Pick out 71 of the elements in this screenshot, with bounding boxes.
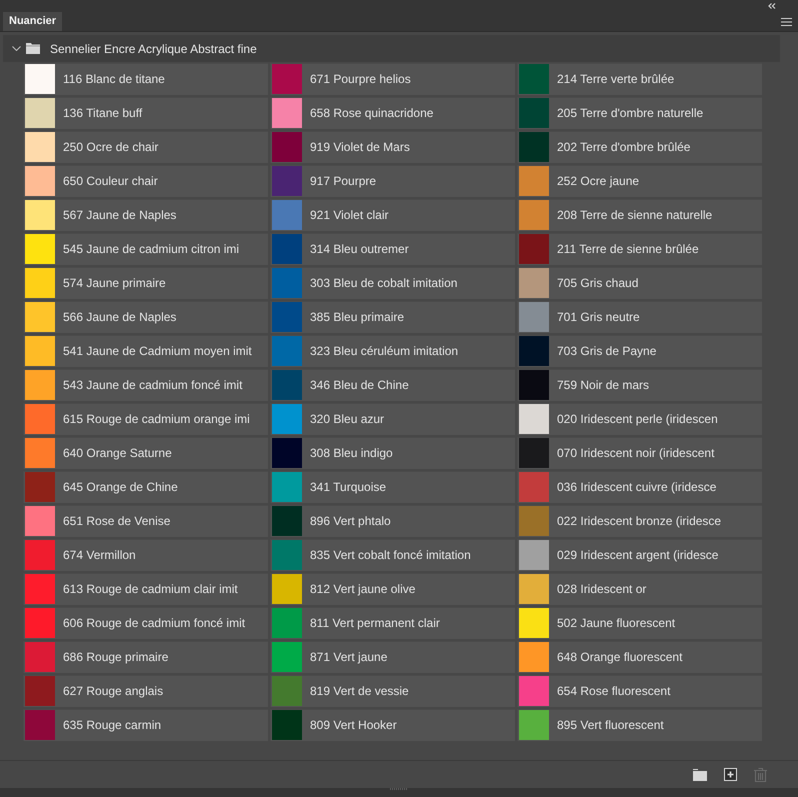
swatch-item[interactable]: 895 Vert fluorescent	[517, 709, 762, 741]
swatch-item[interactable]: 036 Iridescent cuivre (iridesce	[517, 471, 762, 503]
swatch-item[interactable]: 574 Jaune primaire	[23, 267, 268, 299]
collapse-button[interactable]	[768, 3, 776, 9]
swatch-item[interactable]: 671 Pourpre helios	[270, 63, 515, 95]
swatch-item[interactable]: 635 Rouge carmin	[23, 709, 268, 741]
swatch-item[interactable]: 759 Noir de mars	[517, 369, 762, 401]
swatch-item[interactable]: 613 Rouge de cadmium clair imit	[23, 573, 268, 605]
swatch-item[interactable]: 686 Rouge primaire	[23, 641, 268, 673]
swatch-item[interactable]: 252 Ocre jaune	[517, 165, 762, 197]
swatch-item[interactable]: 567 Jaune de Naples	[23, 199, 268, 231]
swatch-item[interactable]: 811 Vert permanent clair	[270, 607, 515, 639]
swatch-item[interactable]: 615 Rouge de cadmium orange imi	[23, 403, 268, 435]
swatch-item[interactable]: 028 Iridescent or	[517, 573, 762, 605]
swatch-item[interactable]: 566 Jaune de Naples	[23, 301, 268, 333]
folder-icon	[26, 43, 40, 54]
swatch-item[interactable]: 116 Blanc de titane	[23, 63, 268, 95]
swatch-item[interactable]: 214 Terre verte brûlée	[517, 63, 762, 95]
swatch-item[interactable]: 346 Bleu de Chine	[270, 369, 515, 401]
swatch-item[interactable]: 320 Bleu azur	[270, 403, 515, 435]
swatch-item[interactable]: 211 Terre de sienne brûlée	[517, 233, 762, 265]
swatch-item[interactable]: 654 Rose fluorescent	[517, 675, 762, 707]
swatch-item[interactable]: 303 Bleu de cobalt imitation	[270, 267, 515, 299]
swatch-item[interactable]: 029 Iridescent argent (iridesce	[517, 539, 762, 571]
menu-icon	[781, 18, 792, 26]
new-swatch-button[interactable]	[724, 768, 737, 781]
swatch-item[interactable]: 650 Couleur chair	[23, 165, 268, 197]
swatch-group-header[interactable]: Sennelier Encre Acrylique Abstract fine	[3, 35, 780, 62]
swatch-item[interactable]: 812 Vert jaune olive	[270, 573, 515, 605]
swatch-item[interactable]: 070 Iridescent noir (iridescent	[517, 437, 762, 469]
plus-square-icon	[724, 768, 737, 781]
swatch-item[interactable]: 136 Titane buff	[23, 97, 268, 129]
swatch-item[interactable]: 606 Rouge de cadmium foncé imit	[23, 607, 268, 639]
new-group-button[interactable]	[693, 768, 707, 780]
swatch-item[interactable]: 651 Rose de Venise	[23, 505, 268, 537]
swatch-item[interactable]: 703 Gris de Payne	[517, 335, 762, 367]
swatch-item[interactable]: 648 Orange fluorescent	[517, 641, 762, 673]
swatch-item[interactable]: 919 Violet de Mars	[270, 131, 515, 163]
swatch-item[interactable]: 871 Vert jaune	[270, 641, 515, 673]
folder-icon	[693, 768, 707, 780]
swatch-item[interactable]: 022 Iridescent bronze (iridesce	[517, 505, 762, 537]
swatch-item[interactable]: 202 Terre d'ombre brûlée	[517, 131, 762, 163]
swatch-item[interactable]: 921 Violet clair	[270, 199, 515, 231]
swatch-item[interactable]: 308 Bleu indigo	[270, 437, 515, 469]
swatch-item[interactable]: 819 Vert de vessie	[270, 675, 515, 707]
panel-tab[interactable]: Nuancier	[3, 12, 62, 31]
swatch-item[interactable]: 502 Jaune fluorescent	[517, 607, 762, 639]
swatch-item[interactable]: 701 Gris neutre	[517, 301, 762, 333]
swatch-item[interactable]: 541 Jaune de Cadmium moyen imit	[23, 335, 268, 367]
swatch-item[interactable]: 250 Ocre de chair	[23, 131, 268, 163]
swatch-item[interactable]: 341 Turquoise	[270, 471, 515, 503]
swatch-item[interactable]: 658 Rose quinacridone	[270, 97, 515, 129]
swatch-item[interactable]: 205 Terre d'ombre naturelle	[517, 97, 762, 129]
swatch-item[interactable]: 705 Gris chaud	[517, 267, 762, 299]
swatch-item[interactable]: 896 Vert phtalo	[270, 505, 515, 537]
swatch-item[interactable]: 323 Bleu céruléum imitation	[270, 335, 515, 367]
swatch-item[interactable]: 543 Jaune de cadmium foncé imit	[23, 369, 268, 401]
swatch-item[interactable]: 917 Pourpre	[270, 165, 515, 197]
swatch-item[interactable]: 545 Jaune de cadmium citron imi	[23, 233, 268, 265]
swatch-item[interactable]: 314 Bleu outremer	[270, 233, 515, 265]
swatch-item[interactable]: 674 Vermillon	[23, 539, 268, 571]
swatch-item[interactable]: 640 Orange Saturne	[23, 437, 268, 469]
swatch-item[interactable]: 809 Vert Hooker	[270, 709, 515, 741]
trash-icon	[754, 768, 767, 782]
swatch-item[interactable]: 208 Terre de sienne naturelle	[517, 199, 762, 231]
swatch-item[interactable]: 645 Orange de Chine	[23, 471, 268, 503]
swatch-item[interactable]: 835 Vert cobalt foncé imitation	[270, 539, 515, 571]
swatch-item[interactable]: 020 Iridescent perle (iridescen	[517, 403, 762, 435]
swatch-item[interactable]: 385 Bleu primaire	[270, 301, 515, 333]
swatch-item[interactable]: 627 Rouge anglais	[23, 675, 268, 707]
collapse-icon	[768, 3, 776, 9]
